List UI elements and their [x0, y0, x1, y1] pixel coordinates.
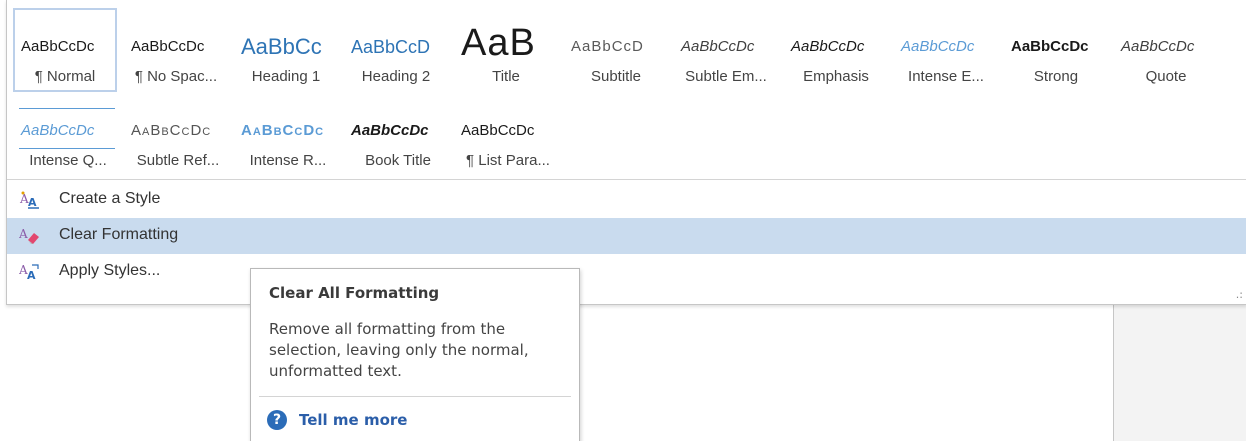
style-sample: AaBbCcDc [1121, 38, 1195, 55]
style-normal[interactable]: AaBbCcDc ¶ Normal [13, 8, 117, 92]
apply-styles-command[interactable]: A A Apply Styles... [7, 254, 1246, 290]
resize-grip-icon[interactable]: .: [1236, 289, 1243, 300]
intense-quote-top-rule [19, 108, 115, 109]
clear-formatting-eraser-icon: A [18, 226, 41, 246]
style-heading-2[interactable]: AaBbCcD Heading 2 [343, 8, 449, 92]
style-sample: AaBbCcDc [241, 122, 325, 139]
style-sample: AaBbCc [241, 34, 322, 59]
tooltip-body: Remove all formatting from the selection… [269, 320, 529, 380]
style-book-title[interactable]: AaBbCcDc Book Title [343, 92, 453, 176]
style-sample: AaBbCcDc [131, 122, 212, 139]
styles-gallery-dropdown: AaBbCcDc ¶ Normal AaBbCcDc ¶ No Spac... … [6, 0, 1246, 305]
style-label: Subtitle [590, 68, 642, 85]
style-label: Intense Q... [29, 152, 107, 169]
style-sample: AaBbCcD [351, 37, 431, 57]
style-sample: AaBbCcD [571, 38, 644, 55]
style-intense-quote[interactable]: AaBbCcDc Intense Q... [13, 92, 123, 176]
style-label: Subtle Ref... [136, 152, 220, 169]
tell-me-more-link[interactable]: ? Tell me more [267, 409, 407, 431]
style-sample: AaBbCcDc [351, 122, 429, 139]
apply-styles-label: Apply Styles... [59, 262, 161, 279]
style-label: Intense E... [908, 68, 984, 85]
style-label: ¶ List Para... [466, 152, 550, 169]
document-page-edge [1113, 305, 1114, 441]
style-emphasis[interactable]: AaBbCcDc Emphasis [783, 8, 889, 92]
style-sample: AaB [461, 22, 536, 64]
gallery-divider [7, 179, 1246, 180]
style-subtle-reference[interactable]: AaBbCcDc Subtle Ref... [123, 92, 233, 176]
style-sample: AaBbCcDc [461, 122, 535, 139]
style-intense-emphasis[interactable]: AaBbCcDc Intense E... [893, 8, 999, 92]
document-side-area [1114, 305, 1246, 441]
style-label: Strong [1033, 68, 1079, 85]
style-heading-1[interactable]: AaBbCc Heading 1 [233, 8, 339, 92]
tooltip-title: Clear All Formatting [269, 284, 440, 302]
style-intense-reference[interactable]: AaBbCcDc Intense R... [233, 92, 343, 176]
style-strong[interactable]: AaBbCcDc Strong [1003, 8, 1109, 92]
svg-text:A: A [19, 227, 28, 241]
style-subtitle[interactable]: AaBbCcD Subtitle [563, 8, 669, 92]
style-label: Book Title [365, 152, 431, 169]
intense-quote-bottom-rule [19, 148, 115, 149]
create-style-label: Create a Style [59, 190, 161, 207]
create-style-icon: A A [19, 190, 41, 210]
style-sample: AaBbCcDc [1011, 38, 1089, 55]
help-question-icon: ? [267, 410, 287, 430]
style-list-paragraph[interactable]: AaBbCcDc ¶ List Para... [453, 92, 563, 176]
style-label: ¶ No Spac... [134, 68, 218, 85]
style-sample: AaBbCcDc [21, 122, 95, 139]
style-no-spacing[interactable]: AaBbCcDc ¶ No Spac... [123, 8, 229, 92]
style-title[interactable]: AaB Title [453, 8, 559, 92]
style-label: Heading 1 [251, 68, 321, 85]
tell-me-more-label: Tell me more [299, 411, 408, 429]
style-sample: AaBbCcDc [901, 38, 975, 55]
style-label: Emphasis [803, 68, 869, 85]
clear-formatting-command[interactable]: A Clear Formatting [7, 218, 1246, 254]
clear-formatting-tooltip: Clear All Formatting Remove all formatti… [250, 268, 580, 441]
style-sample: AaBbCcDc [131, 38, 205, 55]
style-quote[interactable]: AaBbCcDc Quote [1113, 8, 1219, 92]
clear-formatting-label: Clear Formatting [59, 226, 179, 243]
style-label: Heading 2 [361, 68, 431, 85]
style-label: Subtle Em... [685, 68, 767, 85]
apply-styles-icon: A A [18, 262, 41, 282]
svg-text:A: A [27, 269, 36, 282]
svg-text:A: A [28, 196, 37, 209]
style-label: Intense R... [249, 152, 327, 169]
style-subtle-emphasis[interactable]: AaBbCcDc Subtle Em... [673, 8, 779, 92]
style-label: ¶ Normal [34, 68, 96, 85]
style-label: Title [492, 68, 520, 85]
style-sample: AaBbCcDc [791, 38, 865, 55]
style-label: Quote [1145, 68, 1187, 85]
style-sample: AaBbCcDc [21, 38, 95, 55]
tooltip-divider [259, 396, 571, 397]
create-style-command[interactable]: A A Create a Style [7, 182, 1246, 218]
style-sample: AaBbCcDc [681, 38, 755, 55]
